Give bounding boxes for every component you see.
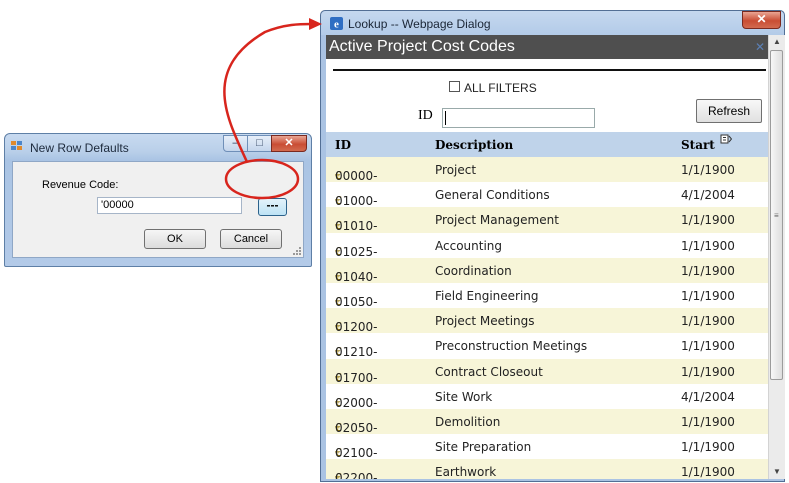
sort-icon[interactable] bbox=[720, 134, 732, 145]
row-start-cell: 1/1/1900 bbox=[681, 238, 735, 253]
id-filter-label: ID bbox=[418, 108, 433, 123]
table-row[interactable]: €01000- General Conditions 4/1/2004 bbox=[326, 182, 768, 209]
lookup-content: Active Project Cost Codes ✕ ALL FILTERS … bbox=[326, 35, 768, 479]
text-caret bbox=[445, 111, 446, 125]
all-filters-checkbox[interactable]: ALL FILTERS bbox=[449, 81, 537, 95]
column-header-id[interactable]: ID bbox=[335, 138, 351, 152]
minimize-button[interactable]: – bbox=[223, 135, 248, 152]
table-row[interactable]: €02100- Site Preparation 1/1/1900 bbox=[326, 434, 768, 461]
row-start-cell: 1/1/1900 bbox=[681, 163, 735, 177]
maximize-button[interactable]: □ bbox=[247, 135, 272, 152]
row-id-text: 01700- bbox=[335, 370, 378, 385]
row-description-cell: Accounting bbox=[435, 238, 503, 253]
row-id-text: 01010- bbox=[335, 219, 378, 234]
row-start-cell: 1/1/1900 bbox=[681, 314, 735, 329]
row-description-cell: Site Preparation bbox=[435, 440, 532, 455]
window-title: New Row Defaults bbox=[30, 141, 129, 155]
table-row[interactable]: €00000- Project 1/1/1900 bbox=[326, 157, 768, 183]
browse-lookup-button[interactable]: --- bbox=[258, 198, 287, 216]
row-start-cell: 4/1/2004 bbox=[681, 188, 735, 203]
row-description-cell: Field Engineering bbox=[435, 288, 539, 303]
svg-text:e: e bbox=[334, 19, 339, 31]
dialog-client-area: Revenue Code: '00000 --- OK Cancel bbox=[12, 161, 304, 258]
row-description-cell: Preconstruction Meetings bbox=[435, 339, 588, 354]
app-icon bbox=[11, 141, 22, 150]
row-id-text: 02100- bbox=[335, 446, 378, 461]
row-start-cell: 1/1/1900 bbox=[681, 465, 735, 479]
all-filters-label: ALL FILTERS bbox=[464, 81, 537, 95]
row-start-cell: 1/1/1900 bbox=[681, 213, 735, 228]
revenue-code-input[interactable]: '00000 bbox=[97, 197, 242, 214]
refresh-button[interactable]: Refresh bbox=[696, 99, 762, 123]
scroll-down-icon[interactable]: ▼ bbox=[769, 465, 785, 479]
table-row[interactable]: €01025- Accounting 1/1/1900 bbox=[326, 232, 768, 259]
revenue-code-label: Revenue Code: bbox=[42, 179, 119, 191]
id-filter-input[interactable] bbox=[442, 108, 595, 128]
column-header-start-label: Start bbox=[681, 138, 715, 152]
row-id-text: 00000- bbox=[335, 169, 378, 183]
row-start-cell: 1/1/1900 bbox=[681, 364, 735, 379]
row-id-text: 02200- bbox=[335, 471, 378, 479]
table-row[interactable]: €01700- Contract Closeout 1/1/1900 bbox=[326, 358, 768, 385]
row-description-cell: Project Meetings bbox=[435, 314, 535, 329]
row-id-text: 02000- bbox=[335, 395, 378, 410]
row-id-text: 01210- bbox=[335, 345, 378, 360]
row-description-cell: Project bbox=[435, 163, 477, 177]
column-header-start[interactable]: Start bbox=[681, 134, 732, 152]
resize-grip-icon[interactable] bbox=[293, 247, 302, 256]
header-close-icon[interactable]: ✕ bbox=[755, 40, 765, 54]
lookup-header-bar: Active Project Cost Codes ✕ bbox=[326, 35, 768, 59]
vertical-scrollbar[interactable]: ▲ ≡ ▼ bbox=[768, 35, 785, 479]
scroll-thumb[interactable]: ≡ bbox=[770, 50, 783, 380]
row-description-cell: Earthwork bbox=[435, 465, 497, 479]
table-row[interactable]: €02200- Earthwork 1/1/1900 bbox=[326, 459, 768, 479]
row-description-cell: Demolition bbox=[435, 414, 501, 429]
table-row[interactable]: €01050- Field Engineering 1/1/1900 bbox=[326, 282, 768, 309]
row-start-cell: 1/1/1900 bbox=[681, 414, 735, 429]
row-description-cell: General Conditions bbox=[435, 188, 550, 203]
row-description-cell: Site Work bbox=[435, 389, 493, 404]
row-id-text: 01025- bbox=[335, 244, 378, 259]
table-row[interactable]: €01200- Project Meetings 1/1/1900 bbox=[326, 308, 768, 335]
row-start-cell: 4/1/2004 bbox=[681, 389, 735, 404]
filter-panel: ALL FILTERS ID Refresh bbox=[333, 69, 766, 129]
internet-explorer-icon: e bbox=[330, 17, 343, 30]
column-header-description[interactable]: Description bbox=[435, 138, 513, 152]
row-description-cell: Project Management bbox=[435, 213, 559, 228]
table-row[interactable]: €01040- Coordination 1/1/1900 bbox=[326, 257, 768, 284]
table-row[interactable]: €01210- Preconstruction Meetings 1/1/1900 bbox=[326, 333, 768, 360]
lookup-dialog-window: e Lookup -- Webpage Dialog ✕ Active Proj… bbox=[320, 10, 785, 482]
row-start-cell: 1/1/1900 bbox=[681, 288, 735, 303]
cost-code-grid: ID Description Start €00000- Project 1/1/1… bbox=[326, 132, 768, 479]
row-description-cell: Coordination bbox=[435, 263, 512, 278]
table-row[interactable]: €02000- Site Work 4/1/2004 bbox=[326, 383, 768, 410]
row-id-text: 01050- bbox=[335, 294, 378, 309]
row-id-text: 01000- bbox=[335, 194, 378, 209]
lookup-heading: Active Project Cost Codes bbox=[329, 38, 515, 55]
grid-rows: €00000- Project 1/1/1900 €01000- General Con… bbox=[326, 157, 768, 479]
scroll-up-icon[interactable]: ▲ bbox=[769, 35, 785, 49]
title-bar[interactable]: New Row Defaults – □ ✕ bbox=[5, 134, 311, 160]
lookup-title-bar[interactable]: e Lookup -- Webpage Dialog ✕ bbox=[321, 11, 784, 35]
lookup-close-button[interactable]: ✕ bbox=[742, 11, 781, 29]
table-row[interactable]: €01010- Project Management 1/1/1900 bbox=[326, 207, 768, 234]
new-row-defaults-window: New Row Defaults – □ ✕ Revenue Code: '00… bbox=[4, 133, 312, 267]
row-id-text: 01200- bbox=[335, 320, 378, 335]
row-start-cell: 1/1/1900 bbox=[681, 440, 735, 455]
row-start-cell: 1/1/1900 bbox=[681, 339, 735, 354]
ok-button[interactable]: OK bbox=[144, 229, 206, 249]
row-id-text: 01040- bbox=[335, 269, 378, 284]
grid-header: ID Description Start bbox=[326, 132, 768, 157]
close-button[interactable]: ✕ bbox=[271, 135, 307, 152]
checkbox-icon[interactable] bbox=[449, 81, 460, 92]
scroll-grip-icon: ≡ bbox=[774, 211, 779, 220]
table-row[interactable]: €02050- Demolition 1/1/1900 bbox=[326, 408, 768, 435]
lookup-window-title: Lookup -- Webpage Dialog bbox=[348, 17, 491, 31]
row-start-cell: 1/1/1900 bbox=[681, 263, 735, 278]
row-id-text: 02050- bbox=[335, 420, 378, 435]
cancel-button[interactable]: Cancel bbox=[220, 229, 282, 249]
row-description-cell: Contract Closeout bbox=[435, 364, 543, 379]
